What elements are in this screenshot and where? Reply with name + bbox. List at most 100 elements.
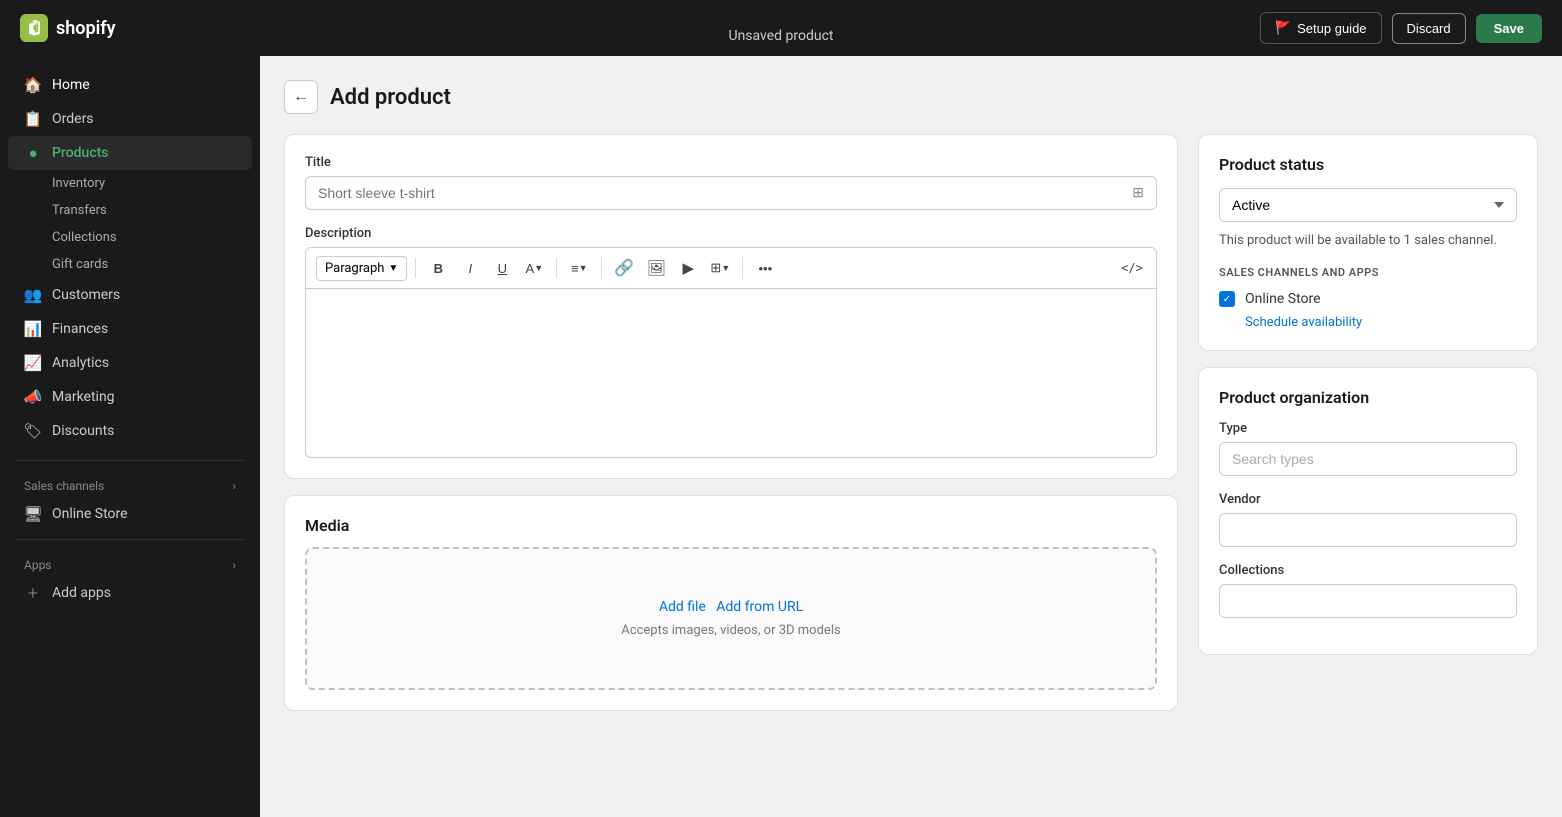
topbar-actions: 🚩 Setup guide Discard Save [1260, 12, 1542, 44]
media-upload-zone: Add file Add from URL Accepts images, vi… [305, 547, 1157, 690]
align-icon: ≡ [571, 261, 579, 276]
apps-label: Apps [24, 558, 52, 572]
align-button[interactable]: ≡ ▼ [565, 254, 593, 282]
marketing-icon: 📣 [24, 388, 42, 406]
table-button[interactable]: ⊞ ▼ [706, 254, 734, 282]
video-button[interactable]: ▶ [674, 254, 702, 282]
checkbox-check-icon: ✓ [1223, 294, 1231, 305]
flag-icon: 🚩 [1275, 20, 1291, 36]
description-field-label: Description [305, 226, 1157, 241]
code-button[interactable]: </> [1118, 254, 1146, 282]
title-input-wrapper: ⊞ [305, 176, 1157, 210]
transfers-label: Transfers [52, 203, 107, 218]
upload-links: Add file Add from URL [327, 599, 1135, 615]
page-title: Add product [330, 85, 451, 110]
text-color-icon: A [526, 261, 535, 276]
chevron-right-icon: › [232, 479, 236, 493]
sidebar-divider-2 [16, 539, 244, 540]
sidebar: 🏠 Home 📋 Orders ● Products Inventory Tra… [0, 56, 260, 817]
collections-field-label: Collections [1219, 563, 1517, 578]
collections-input[interactable] [1219, 584, 1517, 618]
online-store-channel-item: ✓ Online Store [1219, 291, 1517, 307]
gift-cards-label: Gift cards [52, 257, 108, 272]
title-description-card: Title ⊞ Description Paragraph ▼ B I [284, 134, 1178, 479]
collections-label: Collections [52, 230, 117, 245]
sidebar-item-finances[interactable]: 📊 Finances [8, 312, 252, 346]
sidebar-item-online-store[interactable]: 🖥 Online Store [8, 497, 252, 531]
vendor-input[interactable] [1219, 513, 1517, 547]
save-button[interactable]: Save [1476, 14, 1542, 43]
vendor-field: Vendor [1219, 492, 1517, 547]
sales-channels-label: Sales channels [24, 479, 104, 493]
sidebar-item-analytics-label: Analytics [52, 355, 109, 371]
more-button[interactable]: ••• [751, 254, 779, 282]
sidebar-item-discounts[interactable]: 🏷 Discounts [8, 414, 252, 448]
back-arrow-icon: ← [293, 88, 309, 106]
main-nav: 🏠 Home 📋 Orders ● Products Inventory Tra… [0, 64, 260, 452]
add-apps-label: Add apps [52, 585, 111, 601]
schedule-availability-link[interactable]: Schedule availability [1219, 315, 1517, 330]
sidebar-item-gift-cards[interactable]: Gift cards [8, 251, 252, 278]
text-color-button[interactable]: A ▼ [520, 254, 548, 282]
discard-button[interactable]: Discard [1392, 13, 1466, 44]
sidebar-item-customers-label: Customers [52, 287, 120, 303]
bold-button[interactable]: B [424, 254, 452, 282]
sales-channels-header[interactable]: Sales channels › [8, 469, 252, 497]
image-button[interactable]: 🖼 [642, 254, 670, 282]
collections-field: Collections [1219, 563, 1517, 618]
sales-channels-section-label: SALES CHANNELS AND APPS [1219, 266, 1517, 279]
product-status-title: Product status [1219, 155, 1517, 174]
chevron-right-icon-2: › [232, 558, 236, 572]
logo: shopify [20, 14, 116, 42]
product-status-card: Product status Active Draft This product… [1198, 134, 1538, 351]
setup-guide-label: Setup guide [1297, 21, 1366, 36]
discounts-icon: 🏷 [24, 422, 42, 440]
apps-header[interactable]: Apps › [8, 548, 252, 576]
paragraph-label: Paragraph [325, 261, 384, 276]
sidebar-item-add-apps[interactable]: + Add apps [8, 576, 252, 610]
logo-text: shopify [56, 18, 116, 39]
editor-toolbar: Paragraph ▼ B I U A ▼ ≡ [305, 247, 1157, 288]
sidebar-item-marketing[interactable]: 📣 Marketing [8, 380, 252, 414]
sidebar-item-analytics[interactable]: 📈 Analytics [8, 346, 252, 380]
online-store-label: Online Store [52, 506, 128, 522]
sidebar-item-products[interactable]: ● Products [8, 136, 252, 170]
page-header: ← Add product [284, 80, 1538, 114]
description-editor-body[interactable] [305, 288, 1157, 458]
setup-guide-button[interactable]: 🚩 Setup guide [1260, 12, 1382, 44]
main-content: ← Add product Title ⊞ Description Par [260, 56, 1562, 817]
title-input[interactable] [318, 185, 1132, 201]
type-field: Type [1219, 421, 1517, 476]
sidebar-item-inventory[interactable]: Inventory [8, 170, 252, 197]
sidebar-item-transfers[interactable]: Transfers [8, 197, 252, 224]
upload-separator [709, 599, 712, 615]
italic-button[interactable]: I [456, 254, 484, 282]
add-url-link[interactable]: Add from URL [716, 599, 803, 615]
sidebar-item-home-label: Home [52, 77, 90, 93]
finances-icon: 📊 [24, 320, 42, 338]
sidebar-item-orders-label: Orders [52, 111, 94, 127]
add-file-link[interactable]: Add file [659, 599, 706, 615]
back-button[interactable]: ← [284, 80, 318, 114]
online-store-checkbox[interactable]: ✓ [1219, 291, 1235, 307]
link-button[interactable]: 🔗 [610, 254, 638, 282]
paragraph-select[interactable]: Paragraph ▼ [316, 256, 407, 281]
sidebar-item-home[interactable]: 🏠 Home [8, 68, 252, 102]
product-organization-card: Product organization Type Vendor Collect… [1198, 367, 1538, 655]
sidebar-item-collections[interactable]: Collections [8, 224, 252, 251]
sidebar-item-customers[interactable]: 👥 Customers [8, 278, 252, 312]
product-organization-title: Product organization [1219, 388, 1517, 407]
media-card-title: Media [305, 516, 1157, 535]
customers-icon: 👥 [24, 286, 42, 304]
sidebar-divider-1 [16, 460, 244, 461]
inventory-label: Inventory [52, 176, 105, 191]
sidebar-item-finances-label: Finances [52, 321, 108, 337]
sidebar-item-discounts-label: Discounts [52, 423, 114, 439]
vendor-field-label: Vendor [1219, 492, 1517, 507]
orders-icon: 📋 [24, 110, 42, 128]
underline-button[interactable]: U [488, 254, 516, 282]
media-card: Media Add file Add from URL Accepts imag… [284, 495, 1178, 711]
sidebar-item-orders[interactable]: 📋 Orders [8, 102, 252, 136]
status-select[interactable]: Active Draft [1219, 188, 1517, 222]
type-input[interactable] [1219, 442, 1517, 476]
